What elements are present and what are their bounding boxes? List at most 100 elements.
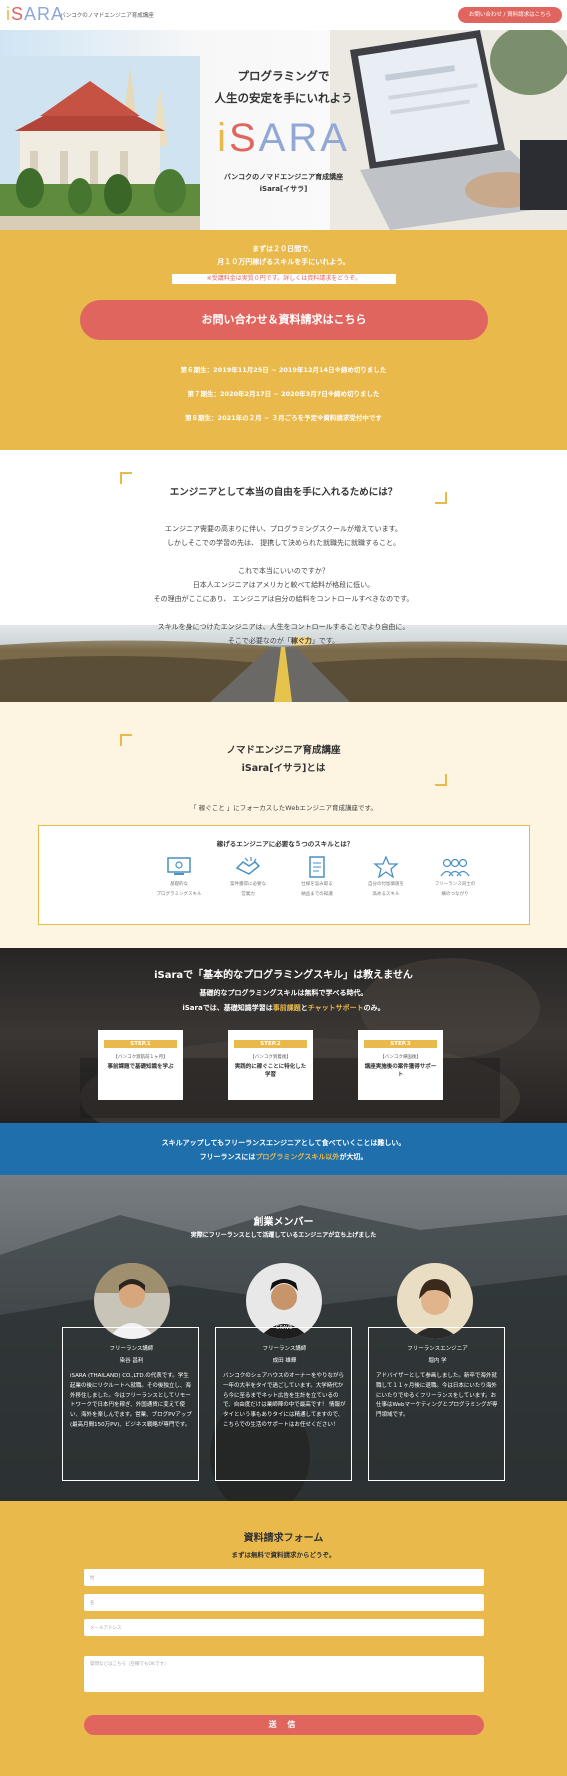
- program-text: のみ。: [363, 1004, 385, 1012]
- step-card: STEP.3 【バンコク帰国後】 講座実施後の案件獲得サポート: [358, 1030, 443, 1100]
- skill-item: フリーランス同士の 横のつながり: [420, 856, 490, 898]
- program-title: iSaraで「基本的なプログラミングスキル」は教えません: [154, 970, 413, 981]
- band-line2: フリーランスにはプログラミングスキル以外が大切。: [0, 1152, 567, 1162]
- skill-label: プログラミングスキル: [156, 892, 202, 897]
- member-bio: アドバイザーとして参画しました。新卒で海外就職して１１ヶ月後に退職。今は日本にい…: [376, 1373, 498, 1419]
- intro-line2: 月１０万円稼げるスキルを手にいれよう。: [217, 258, 350, 266]
- skill-label: 仕様を汲み取る: [301, 882, 333, 887]
- program-line1: 基礎的なプログラミングスキルは無料で学べる時代。: [199, 989, 368, 997]
- step-period: 【バンコク帰国後】: [380, 1055, 421, 1060]
- skill-label: 営業力: [241, 892, 255, 897]
- contact-request-button[interactable]: お問い合わせ＆資料請求はこちら: [80, 300, 488, 340]
- member-name: 染谷 昌利: [119, 1358, 144, 1364]
- step-description: 事前課題で基礎知識を学ぶ: [107, 1064, 174, 1070]
- computer-icon: [167, 857, 191, 875]
- header-contact-button[interactable]: お問い合わせ / 資料請求はこちら: [458, 7, 562, 23]
- member-name: 成田 雄輝: [272, 1358, 297, 1364]
- skill-label: 納品までの知識: [301, 892, 333, 897]
- freedom-line: これで本当にいいのですか？: [238, 567, 329, 575]
- members-section: 創業メンバー 実際にフリーランスとして活躍しているエンジニアが立ち上げました C…: [0, 1175, 567, 1501]
- member-card: フリーランス講師 染谷 昌利 iSARA (THAILAND) CO.,LTD.…: [62, 1327, 199, 1481]
- star-person-icon: [373, 856, 399, 878]
- skill-label: 自分の付加価値を: [368, 882, 404, 887]
- submit-button[interactable]: 送 信: [84, 1715, 484, 1735]
- request-form: 資料請求フォーム まずは無料で資料請求からどうぞ。 姓 名 メールアドレス 質問…: [0, 1501, 567, 1776]
- skill-label: 基礎的な: [170, 882, 188, 887]
- earn-text: そこで必要なのが「: [227, 637, 291, 645]
- term-line: 第８期生：2021年の２月 ~ ３月ごろを予定※資料請求受付中です: [185, 414, 382, 422]
- earn-text: 」です。: [311, 637, 340, 645]
- intro-line1: まずは２０日間で、: [252, 245, 315, 253]
- band-text: フリーランスには: [199, 1153, 256, 1161]
- bracket-decoration: [120, 472, 132, 484]
- about-section: ノマドエンジニア育成講座 iSara[イサラ]とは 「 稼ぐこと 」にフォーカス…: [0, 702, 567, 948]
- skill-label: 高めるスキル: [372, 892, 400, 897]
- logo-part: ARA: [24, 4, 65, 24]
- freedom-line: その理由がここにあり、 エンジニアは自分の給料をコントロールすべきなのです。: [153, 595, 414, 603]
- freedom-section: エンジニアとして本当の自由を手に入れるためには？ エンジニア需要の高まりに伴い、…: [0, 450, 567, 702]
- step-label: STEP.2: [234, 1040, 307, 1048]
- step-description: 実践的に稼ぐことに特化した学習: [234, 1064, 307, 1078]
- logo-part: ARA: [258, 116, 350, 160]
- freedom-title: エンジニアとして本当の自由を手に入れるためには？: [169, 487, 398, 498]
- community-icon: [440, 858, 470, 877]
- term-line: 第７期生：2020年2月17日 ~ 2020年3月7日※締め切りました: [187, 390, 380, 398]
- step-card: STEP.1 【バンコク渡航前１ヶ月】 事前課題で基礎知識を学ぶ: [98, 1030, 183, 1100]
- earn-highlight: 稼ぐ力: [290, 637, 312, 645]
- member-role: フリーランス講師: [262, 1346, 307, 1352]
- skill-label: 案件獲得に必要な: [230, 882, 266, 887]
- form-subtitle: まずは無料で資料請求からどうぞ。: [231, 1551, 336, 1559]
- last-name-field[interactable]: 姓: [84, 1569, 484, 1586]
- logo-part: i: [217, 116, 229, 160]
- intro-fee-note: ※受講料金は実質０円です。詳しくは資料請求をどうぞ。: [172, 274, 396, 284]
- site-logo[interactable]: iSARA: [6, 4, 64, 25]
- program-highlight: チャットサポート: [307, 1004, 364, 1012]
- skill-item: 基礎的な プログラミングスキル: [144, 856, 214, 898]
- freedom-earn-line: そこで必要なのが「稼ぐ力」です。: [0, 636, 567, 646]
- intro-section: まずは２０日間で、 月１０万円稼げるスキルを手にいれよう。 ※受講料金は実質０円…: [0, 230, 567, 450]
- logo-part: S: [228, 116, 259, 160]
- hero-section: プログラミングで 人生の安定を手にいれよう iSARA バンコクのノマドエンジニ…: [0, 30, 567, 230]
- hero-title-line1: プログラミングで: [237, 69, 330, 83]
- freedom-line: スキルを身につけたエンジニアは、人生をコントロールすることでより自由に。: [157, 623, 410, 631]
- skill-label: フリーランス同士の: [434, 882, 476, 887]
- freedom-line: エンジニア需要の高まりに伴い、プログラミングスクールが増えています。: [165, 525, 402, 533]
- members-subtitle: 実際にフリーランスとして活躍しているエンジニアが立ち上げました: [190, 1232, 377, 1239]
- about-title-line2: iSara[イサラ]とは: [241, 763, 326, 774]
- hero-subtitle-line1: バンコクのノマドエンジニア育成講座: [223, 173, 344, 181]
- skill-item: 案件獲得に必要な 営業力: [213, 856, 283, 898]
- skill-label: 横のつながり: [441, 892, 469, 897]
- freelance-message-band: スキルアップしてもフリーランスエンジニアとして食べていくことは難しい。 フリーラ…: [0, 1123, 567, 1175]
- site-header: iSARA バンコクのノマドエンジニア育成講座 お問い合わせ / 資料請求はこち…: [0, 0, 567, 30]
- step-description: 講座実施後の案件獲得サポート: [364, 1064, 437, 1078]
- email-field[interactable]: メールアドレス: [84, 1619, 484, 1636]
- program-line2: iSaraでは、基礎知識学習は事前課題とチャットサポートのみ。: [0, 1003, 567, 1013]
- member-card: フリーランス講師 成田 雄輝 バンコクのシェアハウスのオーナーをやりながら一年の…: [215, 1327, 352, 1481]
- member-name: 堀内 学: [428, 1358, 447, 1364]
- program-highlight: 事前課題: [272, 1004, 301, 1012]
- step-label: STEP.1: [104, 1040, 177, 1048]
- handshake-icon: [235, 857, 261, 875]
- band-line1: スキルアップしてもフリーランスエンジニアとして食べていくことは難しい。: [161, 1139, 406, 1147]
- program-text: と: [300, 1004, 308, 1012]
- freedom-line: 日本人エンジニアはアメリカと較べて給料が格段に低い。: [192, 581, 375, 589]
- member-bio: iSARA (THAILAND) CO.,LTD.の代表です。学生起業の後にリク…: [70, 1373, 192, 1428]
- first-name-field[interactable]: 名: [84, 1594, 484, 1611]
- members-title: 創業メンバー: [253, 1217, 314, 1228]
- logo-part: S: [11, 4, 25, 24]
- member-role: フリーランスエンジニア: [407, 1346, 468, 1352]
- band-highlight: プログラミングスキル以外: [255, 1153, 340, 1161]
- freedom-line: しかしそこでの学習の先は、 提携して決められた就職先に就職すること。: [166, 539, 400, 547]
- skill-item: 自分の付加価値を 高めるスキル: [351, 856, 421, 898]
- message-field[interactable]: 質問などはこちら（空欄でもOKです）: [84, 1656, 484, 1692]
- program-section: iSaraで「基本的なプログラミングスキル」は教えません 基礎的なプログラミング…: [0, 948, 567, 1123]
- step-period: 【バンコク渡航前１ヶ月】: [113, 1055, 168, 1060]
- skills-box: 稼げるエンジニアに必要な５つのスキルとは？ 基礎的な プログラミングスキル 案件…: [38, 825, 530, 925]
- skill-item: 仕様を汲み取る 納品までの知識: [282, 856, 352, 898]
- step-card: STEP.2 【バンコク到着後】 実践的に稼ぐことに特化した学習: [228, 1030, 313, 1100]
- skills-title: 稼げるエンジニアに必要な５つのスキルとは？: [216, 840, 354, 848]
- form-title: 資料請求フォーム: [243, 1533, 324, 1544]
- hero-logo: iSARA: [0, 116, 567, 161]
- member-role: フリーランス講師: [109, 1346, 154, 1352]
- band-text: が大切。: [339, 1153, 368, 1161]
